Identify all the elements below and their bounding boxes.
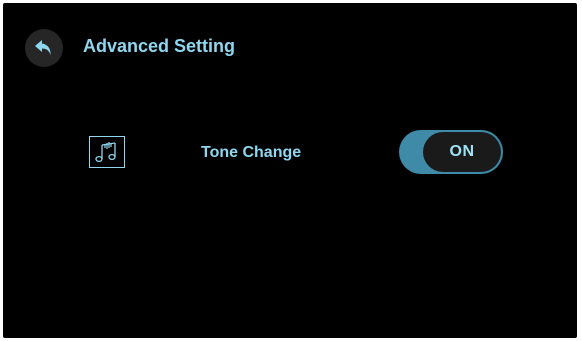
- back-button[interactable]: [25, 29, 63, 67]
- toggle-state-text: ON: [449, 143, 475, 160]
- page-title: Advanced Setting: [83, 36, 236, 56]
- music-notes-icon: [89, 136, 125, 168]
- toggle-knob: ON: [423, 132, 501, 172]
- tone-change-label: Tone Change: [201, 144, 302, 161]
- device-screen: Advanced Setting Tone Change ON: [3, 3, 577, 338]
- back-arrow-icon: [35, 40, 51, 55]
- tone-change-toggle[interactable]: ON: [399, 130, 503, 174]
